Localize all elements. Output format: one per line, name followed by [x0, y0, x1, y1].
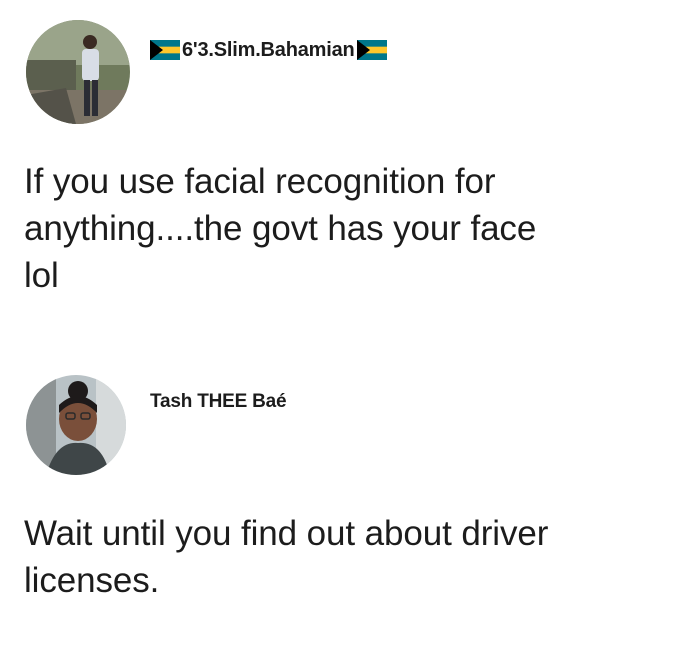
post-card: 6'3.Slim.Bahamian If you use facial reco… [0, 0, 680, 330]
post-text-line: anything....the govt has your face [24, 209, 537, 248]
post-text-line: lol [24, 256, 59, 295]
avatar-photo [26, 375, 126, 475]
post-text-line: licenses. [24, 561, 160, 600]
author-name[interactable]: Tash THEE Baé [150, 391, 287, 413]
bahamas-flag-icon [356, 40, 387, 60]
post-text-line: Wait until you find out about driver [24, 514, 549, 553]
author-row[interactable]: Tash THEE Baé [150, 389, 287, 415]
author-name[interactable]: 6'3.Slim.Bahamian [182, 39, 355, 62]
avatar[interactable] [26, 375, 126, 475]
bahamas-flag-icon [150, 40, 180, 60]
post-text-line: If you use facial recognition for [24, 162, 496, 201]
avatar[interactable] [26, 20, 130, 124]
post-card: Tash THEE Baé Wait until you find out ab… [0, 360, 680, 620]
author-row[interactable]: 6'3.Slim.Bahamian [150, 38, 387, 62]
avatar-photo [26, 20, 130, 124]
post-text: Wait until you find out about driver lic… [24, 510, 664, 604]
post-text: If you use facial recognition for anythi… [24, 158, 664, 299]
